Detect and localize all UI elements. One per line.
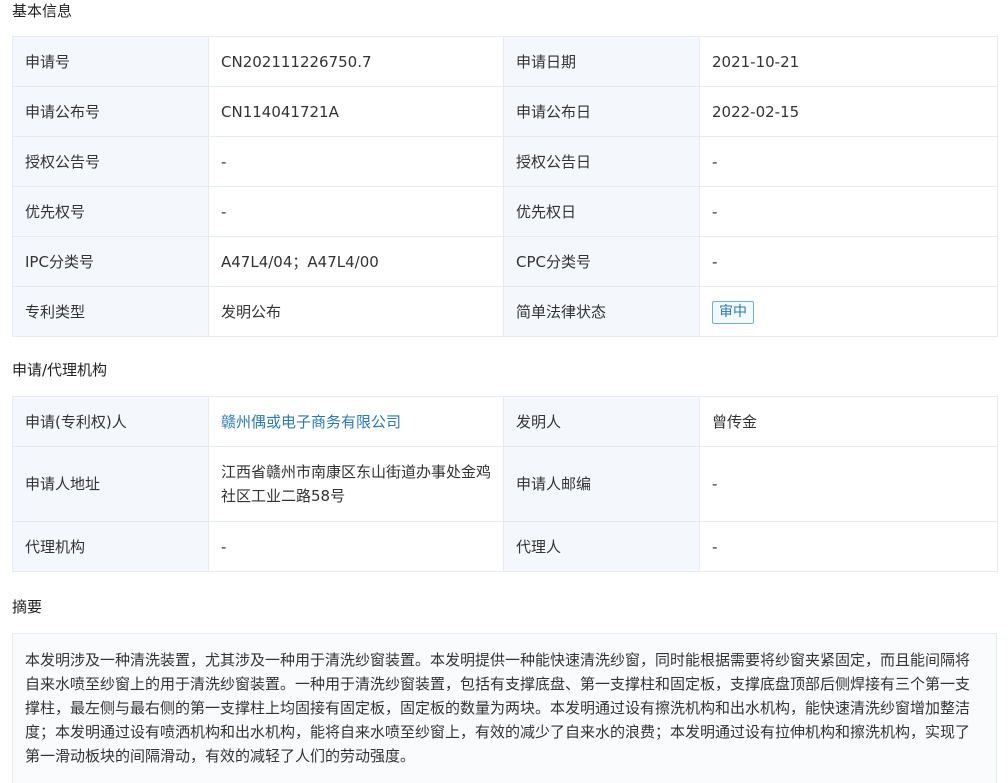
value-applicant-postcode: - [699,446,998,522]
section-title-basic-info: 基本信息 [12,2,73,20]
value-priority-no: - [208,186,504,237]
label-applicant-address: 申请人地址 [12,446,209,522]
label-agency: 代理机构 [12,521,209,572]
label-publication-no: 申请公布号 [12,86,209,137]
status-badge: 审中 [712,301,754,324]
table-row: 授权公告号 - 授权公告日 - [12,136,998,187]
label-applicant-postcode: 申请人邮编 [503,446,700,522]
table-row: 申请(专利权)人 赣州偶或电子商务有限公司 发明人 曾传金 [12,396,998,447]
label-application-no: 申请号 [12,36,209,87]
value-agency: - [208,521,504,572]
label-agent: 代理人 [503,521,700,572]
value-cpc: - [699,236,998,287]
value-priority-date: - [699,186,998,237]
label-grant-no: 授权公告号 [12,136,209,187]
applicant-link[interactable]: 赣州偶或电子商务有限公司 [221,413,401,431]
agency-table: 申请(专利权)人 赣州偶或电子商务有限公司 发明人 曾传金 申请人地址 江西省赣… [12,396,998,572]
section-title-abstract: 摘要 [12,598,43,616]
label-priority-no: 优先权号 [12,186,209,237]
table-row: 专利类型 发明公布 简单法律状态 审中 [12,286,998,337]
legal-status-cell: 审中 [699,286,998,337]
value-inventor: 曾传金 [699,396,998,447]
table-row: 申请公布号 CN114041721A 申请公布日 2022-02-15 [12,86,998,137]
value-application-date: 2021-10-21 [699,36,998,87]
label-patent-type: 专利类型 [12,286,209,337]
value-grant-no: - [208,136,504,187]
table-row: 代理机构 - 代理人 - [12,521,998,572]
value-applicant-cell: 赣州偶或电子商务有限公司 [208,396,504,447]
value-publication-no: CN114041721A [208,86,504,137]
value-application-no: CN202111226750.7 [208,36,504,87]
table-row: 申请人地址 江西省赣州市南康区东山街道办事处金鸡社区工业二路58号 申请人邮编 … [12,446,998,522]
value-agent: - [699,521,998,572]
value-applicant-address: 江西省赣州市南康区东山街道办事处金鸡社区工业二路58号 [208,446,504,522]
label-ipc: IPC分类号 [12,236,209,287]
label-legal-status: 简单法律状态 [503,286,700,337]
table-row: 优先权号 - 优先权日 - [12,186,998,237]
label-inventor: 发明人 [503,396,700,447]
label-priority-date: 优先权日 [503,186,700,237]
table-row: 申请号 CN202111226750.7 申请日期 2021-10-21 [12,36,998,87]
label-grant-date: 授权公告日 [503,136,700,187]
section-title-agency: 申请/代理机构 [12,361,108,379]
label-publication-date: 申请公布日 [503,86,700,137]
label-cpc: CPC分类号 [503,236,700,287]
table-row: IPC分类号 A47L4/04；A47L4/00 CPC分类号 - [12,236,998,287]
label-applicant: 申请(专利权)人 [12,396,209,447]
value-publication-date: 2022-02-15 [699,86,998,137]
basic-info-table: 申请号 CN202111226750.7 申请日期 2021-10-21 申请公… [12,36,998,337]
abstract-text: 本发明涉及一种清洗装置，尤其涉及一种用于清洗纱窗装置。本发明提供一种能快速清洗纱… [12,633,997,783]
value-grant-date: - [699,136,998,187]
label-application-date: 申请日期 [503,36,700,87]
value-ipc: A47L4/04；A47L4/00 [208,236,504,287]
value-patent-type: 发明公布 [208,286,504,337]
